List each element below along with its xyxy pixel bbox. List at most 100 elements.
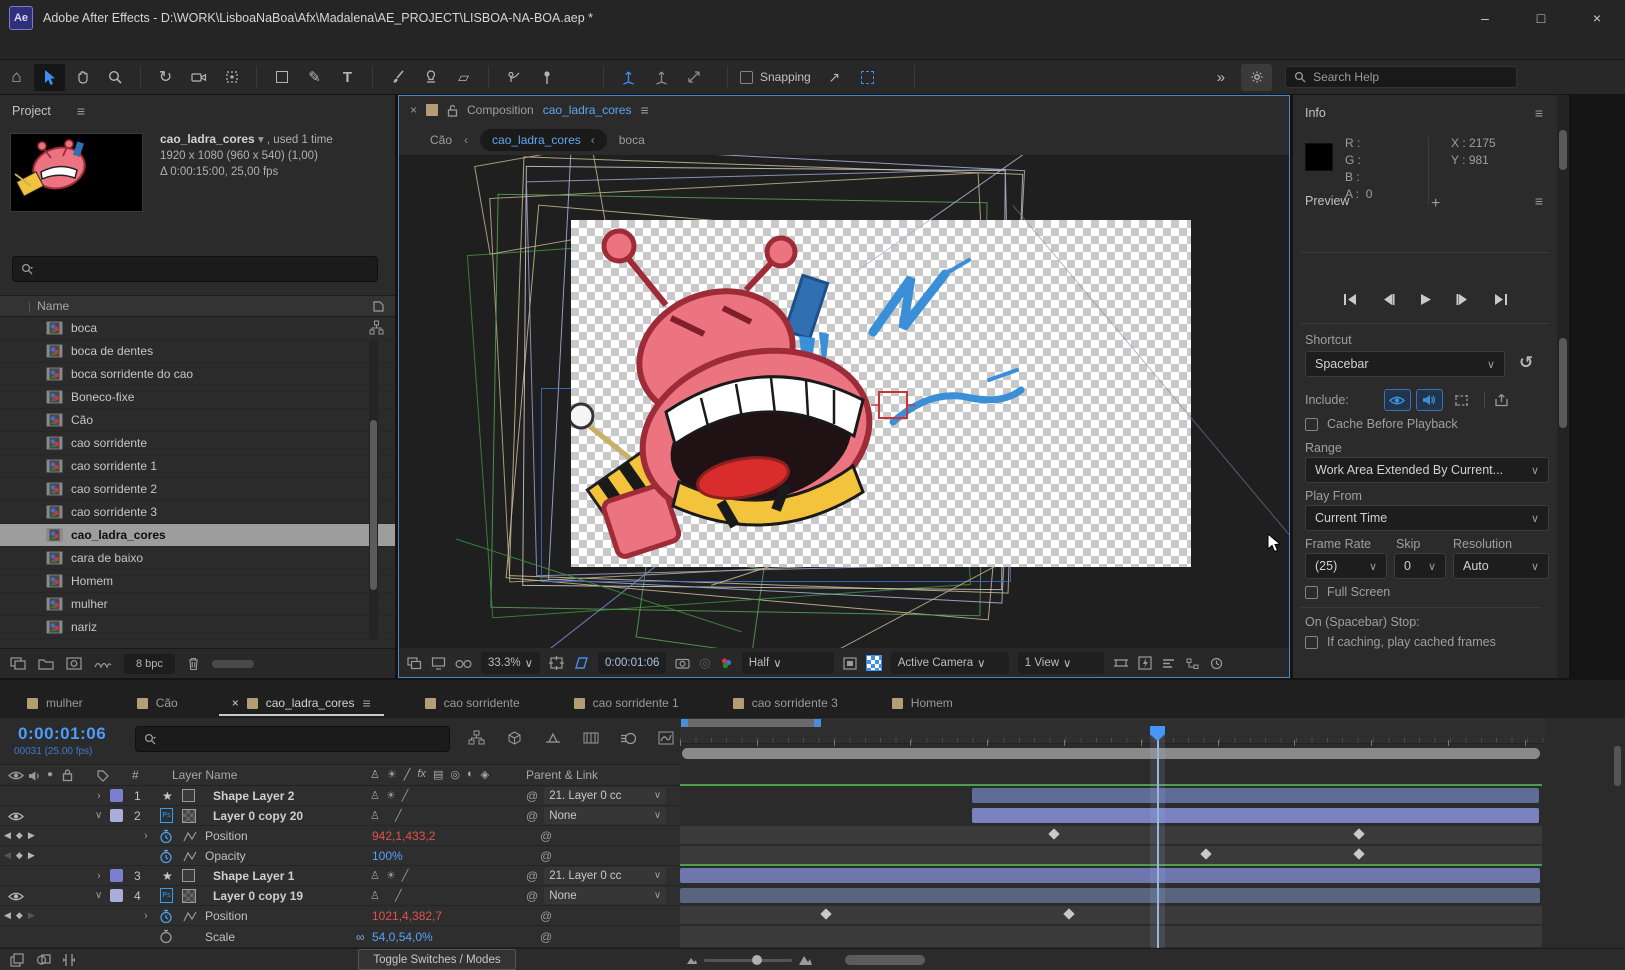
layer-bar[interactable] [680, 888, 1540, 903]
project-list-item[interactable]: Cão [0, 409, 395, 432]
pickwhip-icon[interactable]: @ [526, 789, 538, 803]
composition-tab-menu-icon[interactable]: ≡ [640, 102, 648, 118]
layer-label-color[interactable] [110, 869, 123, 882]
zoom-tool[interactable] [100, 64, 131, 91]
breadcrumb-child[interactable]: boca [619, 133, 645, 147]
timeline-button-icon[interactable] [1161, 657, 1176, 670]
pen-tool[interactable]: ✎ [299, 64, 330, 91]
fx-column-icon[interactable]: fx [417, 768, 426, 781]
property-value[interactable]: 100% [372, 849, 403, 863]
add-keyframe-icon[interactable]: ◆ [16, 850, 23, 861]
toggle-switches-modes-button[interactable]: Toggle Switches / Modes [358, 949, 516, 970]
layer-row[interactable]: › 1 ★ Shape Layer 2 ♙☀╱ @ 21. Layer 0 cc… [0, 786, 680, 806]
quality-switch[interactable]: ╱ [402, 869, 409, 882]
property-row[interactable]: ◀◆▶ › Position 942,1,433,2 @ [0, 826, 680, 846]
layer-name[interactable]: Shape Layer 2 [213, 789, 294, 803]
expand-icon[interactable]: › [144, 910, 148, 922]
zoom-out-mountain-icon[interactable] [686, 955, 698, 965]
shy-column-icon[interactable]: ♙ [370, 768, 380, 781]
pickwhip-icon[interactable]: @ [540, 909, 552, 923]
local-axis-mode[interactable] [613, 64, 644, 91]
new-composition-icon[interactable] [66, 657, 82, 670]
timeline-track-area[interactable] [680, 718, 1545, 948]
if-caching-checkbox[interactable] [1305, 636, 1318, 649]
eye-icon[interactable] [8, 811, 24, 822]
project-list-item[interactable]: mulher [0, 593, 395, 616]
frame-rate-dropdown[interactable]: (25)∨ [1305, 553, 1387, 579]
rotate-tool[interactable]: ↻ [150, 64, 181, 91]
zoom-level-dropdown[interactable]: 33.3%∨ [481, 652, 540, 674]
horizontal-scrollbar-thumb[interactable] [212, 660, 254, 668]
expand-icon[interactable]: › [97, 790, 101, 802]
resolution-preview-dropdown[interactable]: Auto∨ [1453, 553, 1549, 579]
composition-viewport[interactable] [399, 155, 1289, 648]
project-item-name[interactable]: cao_ladra_cores [160, 132, 255, 146]
previous-frame-button[interactable] [1381, 293, 1395, 306]
layer-label-color[interactable] [110, 789, 123, 802]
puppet-pin-tool[interactable] [531, 64, 562, 91]
add-keyframe-icon[interactable]: ◆ [16, 910, 23, 921]
pickwhip-icon[interactable]: @ [526, 869, 538, 883]
property-track[interactable] [680, 846, 1542, 865]
layer-name-column-header[interactable]: Layer Name [172, 768, 237, 782]
eye-column-icon[interactable] [8, 770, 24, 781]
project-list-item[interactable]: cao sorridente [0, 432, 395, 455]
layer-bar[interactable] [680, 868, 1540, 883]
composition-minimap-icon[interactable] [468, 730, 485, 746]
reset-shortcut-icon[interactable]: ↺ [1519, 353, 1533, 373]
quality-switch[interactable]: ╱ [395, 809, 402, 822]
property-track[interactable] [680, 926, 1542, 948]
property-value[interactable]: 54,0,54,0% [372, 930, 433, 944]
region-of-interest-icon[interactable] [573, 656, 589, 670]
always-preview-icon[interactable] [407, 657, 422, 670]
expand-transfer-controls-icon[interactable] [36, 953, 51, 967]
motion-blur-icon[interactable] [620, 732, 637, 745]
project-panel-menu-icon[interactable]: ≡ [77, 103, 85, 119]
resolution-dropdown[interactable]: Half∨ [742, 652, 834, 674]
grid-guides-icon[interactable] [549, 656, 564, 670]
collapse-switch[interactable]: ☀ [386, 789, 396, 802]
snap-arrow-icon[interactable]: ↗ [819, 64, 850, 91]
reset-exposure-icon[interactable] [1209, 657, 1224, 670]
expand-layer-switches-icon[interactable] [10, 953, 25, 967]
channels-icon[interactable] [720, 657, 733, 670]
property-name[interactable]: Opacity [205, 849, 246, 863]
lock-column-icon[interactable] [62, 768, 73, 782]
3d-column-icon[interactable]: ◈ [481, 768, 489, 781]
cache-before-playback-checkbox[interactable] [1305, 418, 1318, 431]
maximize-button[interactable]: □ [1513, 0, 1569, 35]
layer-row[interactable]: ∨ 2 Ps Layer 0 copy 20 ♙.╱ @ None∨ [0, 806, 680, 826]
collapse-icon[interactable]: ∨ [95, 890, 102, 901]
mask-visibility-icon[interactable] [455, 658, 472, 669]
selection-tool[interactable] [34, 64, 65, 91]
prev-keyframe-icon[interactable]: ◀ [4, 830, 11, 841]
adjustment-column-icon[interactable]: ◐ [467, 768, 474, 781]
graph-toggle-icon[interactable] [183, 851, 197, 862]
parent-dropdown[interactable]: 21. Layer 0 cc∨ [544, 867, 666, 884]
first-frame-button[interactable] [1343, 293, 1357, 306]
share-frame-icon[interactable] [1494, 393, 1509, 407]
prev-keyframe-icon[interactable]: ◀ [4, 910, 11, 921]
composition-tab[interactable]: × Composition cao_ladra_cores ≡ [398, 95, 1290, 125]
last-frame-button[interactable] [1494, 293, 1508, 306]
property-track[interactable] [680, 826, 1542, 845]
layer-name[interactable]: Layer 0 copy 20 [213, 809, 303, 823]
monitor-icon[interactable] [431, 657, 446, 670]
timeline-zoom-slider[interactable] [704, 959, 792, 962]
fast-previews-icon[interactable] [1138, 656, 1152, 670]
collapse-column-icon[interactable]: ☀ [387, 768, 397, 781]
next-keyframe-icon[interactable]: ▶ [28, 850, 35, 861]
new-folder-icon[interactable] [38, 657, 54, 670]
show-snapshot-icon[interactable]: ◎ [699, 655, 710, 671]
pan-behind-tool[interactable] [216, 64, 247, 91]
quality-switch[interactable]: ╱ [395, 889, 402, 902]
project-list-item[interactable]: Homem [0, 570, 395, 593]
constrain-link-icon[interactable]: ∞ [356, 930, 365, 944]
property-track[interactable] [680, 906, 1542, 925]
scrollbar-thumb[interactable] [1559, 338, 1567, 428]
brush-tool[interactable] [382, 64, 413, 91]
property-name[interactable]: Scale [205, 930, 235, 944]
current-time-field[interactable]: 0:00:01:06 [18, 724, 106, 744]
camera-tool[interactable] [183, 64, 214, 91]
graph-toggle-icon[interactable] [183, 831, 197, 842]
